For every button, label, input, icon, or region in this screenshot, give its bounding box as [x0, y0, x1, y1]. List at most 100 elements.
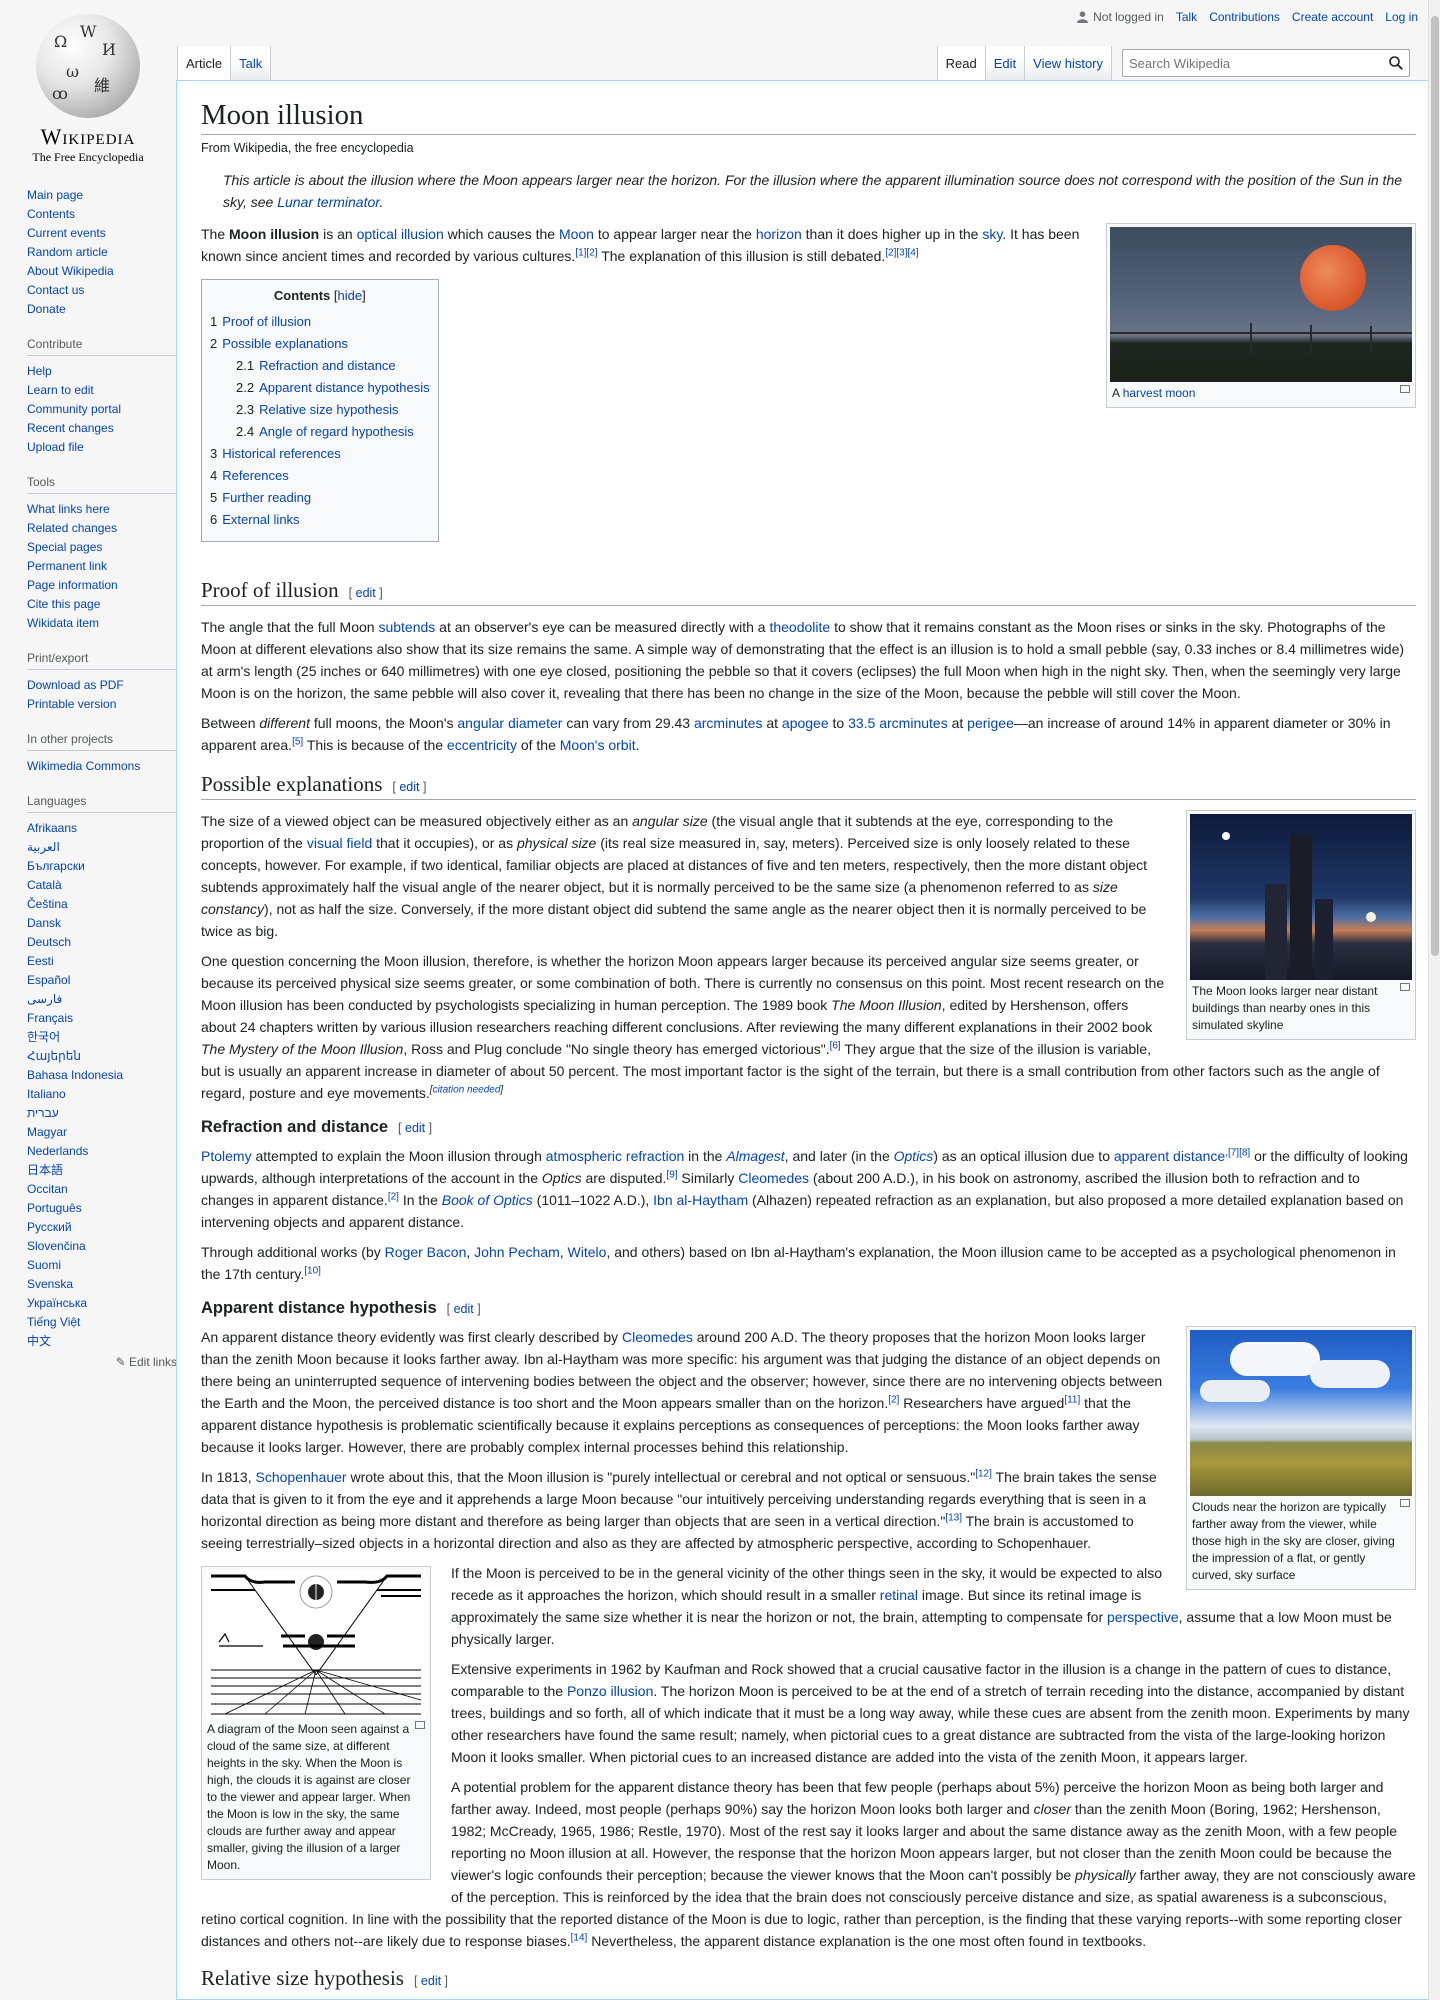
toc-link[interactable]: Possible explanations — [222, 336, 348, 351]
sidebar-language-item[interactable]: Dansk — [27, 914, 177, 933]
subtends-link[interactable]: subtends — [378, 619, 435, 635]
toc-item[interactable]: 4 References — [210, 465, 430, 487]
toc-link[interactable]: Relative size hypothesis — [259, 402, 398, 417]
sidebar-language-item[interactable]: Հայերեն — [27, 1047, 177, 1066]
sidebar-language-item[interactable]: Slovenčina — [27, 1237, 177, 1256]
toc-item[interactable]: 1 Proof of illusion — [210, 311, 430, 333]
enlarge-icon[interactable] — [415, 1721, 425, 1729]
sidebar-language-item[interactable]: Bahasa Indonesia — [27, 1066, 177, 1085]
sidebar-language-item[interactable]: Suomi — [27, 1256, 177, 1275]
sidebar-language-link[interactable]: Français — [27, 1011, 73, 1025]
clouds-image[interactable] — [1190, 1330, 1412, 1496]
toc-item[interactable]: 2.2 Apparent distance hypothesis — [236, 377, 430, 399]
sidebar-tools-link[interactable]: Special pages — [27, 540, 102, 554]
citation-needed-link[interactable]: citation needed — [433, 1084, 501, 1095]
sidebar-nav-link[interactable]: Donate — [27, 302, 66, 316]
ptolemy-link[interactable]: Ptolemy — [201, 1148, 252, 1164]
sidebar-contribute-link[interactable]: Help — [27, 364, 52, 378]
sidebar-language-link[interactable]: Slovenčina — [27, 1239, 86, 1253]
sidebar-language-item[interactable]: Nederlands — [27, 1142, 177, 1161]
retinal-link[interactable]: retinal — [880, 1587, 918, 1603]
sidebar-language-link[interactable]: Հայերեն — [27, 1049, 81, 1063]
toc-item[interactable]: 3 Historical references — [210, 443, 430, 465]
theodolite-link[interactable]: theodolite — [769, 619, 830, 635]
reference-link[interactable]: [6] — [830, 1040, 841, 1051]
reference-link[interactable]: [1][2] — [575, 247, 597, 258]
book-of-optics-link[interactable]: Book of Optics — [442, 1192, 533, 1208]
sidebar-nav-link[interactable]: About Wikipedia — [27, 264, 114, 278]
log-in-link[interactable]: Log in — [1385, 10, 1418, 24]
search-box[interactable]: Search Wikipedia — [1122, 49, 1410, 77]
sidebar-print-item[interactable]: Printable version — [27, 695, 177, 714]
lunar-terminator-link[interactable]: Lunar terminator — [277, 194, 379, 210]
tab-article[interactable]: Article — [177, 46, 232, 80]
sidebar-tools-link[interactable]: Page information — [27, 578, 118, 592]
eccentricity-link[interactable]: eccentricity — [447, 737, 517, 753]
reference-link[interactable]: [13] — [945, 1512, 962, 1523]
harvest-moon-image[interactable] — [1110, 227, 1412, 382]
sidebar-language-item[interactable]: Català — [27, 876, 177, 895]
reference-link[interactable]: [2] — [388, 1191, 399, 1202]
sidebar-language-link[interactable]: 中文 — [27, 1334, 51, 1348]
arcminutes-link[interactable]: arcminutes — [694, 715, 762, 731]
sidebar-nav-link[interactable]: Current events — [27, 226, 106, 240]
reference-link[interactable]: [2] — [888, 1394, 899, 1405]
moon-link[interactable]: Moon — [559, 226, 594, 242]
edit-section-link[interactable]: edit — [454, 1302, 474, 1316]
sidebar-language-item[interactable]: Occitan — [27, 1180, 177, 1199]
edit-section-link[interactable]: edit — [356, 586, 376, 600]
wikipedia-logo[interactable]: Ω W И ω 維 ꝏ Wikipedia The Free Encyclope… — [24, 14, 152, 165]
reference-link[interactable]: [5] — [292, 736, 303, 747]
sidebar-language-item[interactable]: Español — [27, 971, 177, 990]
sidebar-print-item[interactable]: Download as PDF — [27, 676, 177, 695]
sidebar-language-item[interactable]: Français — [27, 1009, 177, 1028]
apogee-link[interactable]: apogee — [782, 715, 829, 731]
toc-item[interactable]: 2 Possible explanations 2.1 Refraction and … — [210, 333, 430, 443]
angular-diameter-link[interactable]: angular diameter — [457, 715, 562, 731]
sidebar-tools-link[interactable]: Cite this page — [27, 597, 100, 611]
sidebar-language-link[interactable]: Magyar — [27, 1125, 67, 1139]
sidebar-language-item[interactable]: Magyar — [27, 1123, 177, 1142]
tab-edit[interactable]: Edit — [985, 46, 1026, 80]
sidebar-language-link[interactable]: Русский — [27, 1220, 72, 1234]
tab-talk[interactable]: Talk — [231, 46, 272, 80]
sidebar-contribute-item[interactable]: Recent changes — [27, 419, 177, 438]
enlarge-icon[interactable] — [1400, 1499, 1410, 1507]
sidebar-nav-item[interactable]: Main page — [27, 186, 177, 205]
toc-item[interactable]: 5 Further reading — [210, 487, 430, 509]
edit-section-link[interactable]: edit — [399, 780, 419, 794]
arcminutes-link-2[interactable]: 33.5 arcminutes — [848, 715, 948, 731]
sidebar-language-link[interactable]: Nederlands — [27, 1144, 88, 1158]
toc-link[interactable]: References — [222, 468, 288, 483]
sidebar-tools-link[interactable]: Permanent link — [27, 559, 107, 573]
toc-link[interactable]: Proof of illusion — [222, 314, 311, 329]
search-input[interactable]: Search Wikipedia — [1129, 56, 1389, 71]
tab-view-history[interactable]: View history — [1025, 46, 1112, 80]
sidebar-language-item[interactable]: Русский — [27, 1218, 177, 1237]
sidebar-language-item[interactable]: 日本語 — [27, 1161, 177, 1180]
sidebar-contribute-item[interactable]: Help — [27, 362, 177, 381]
sidebar-language-item[interactable]: Afrikaans — [27, 819, 177, 838]
sidebar-nav-item[interactable]: Donate — [27, 300, 177, 319]
optical-illusion-link[interactable]: optical illusion — [357, 226, 444, 242]
perigee-link[interactable]: perigee — [967, 715, 1014, 731]
reference-link[interactable]: [12] — [975, 1468, 992, 1479]
sidebar-tools-link[interactable]: Wikidata item — [27, 616, 99, 630]
sidebar-language-link[interactable]: Bahasa Indonesia — [27, 1068, 123, 1082]
sidebar-tools-item[interactable]: Special pages — [27, 538, 177, 557]
diagram-image[interactable] — [205, 1570, 427, 1718]
sidebar-print-link[interactable]: Printable version — [27, 697, 116, 711]
sidebar-language-link[interactable]: Български — [27, 859, 85, 873]
roger-bacon-link[interactable]: Roger Bacon — [385, 1244, 467, 1260]
sidebar-contribute-item[interactable]: Learn to edit — [27, 381, 177, 400]
apparent-distance-link[interactable]: apparent distance — [1114, 1148, 1225, 1164]
sidebar-language-link[interactable]: Italiano — [27, 1087, 66, 1101]
sidebar-language-item[interactable]: עברית — [27, 1104, 177, 1123]
sidebar-nav-item[interactable]: Contact us — [27, 281, 177, 300]
sidebar-language-item[interactable]: Svenska — [27, 1275, 177, 1294]
reference-link[interactable]: [10] — [304, 1265, 321, 1276]
harvest-moon-link[interactable]: harvest moon — [1123, 386, 1196, 400]
sidebar-nav-item[interactable]: Random article — [27, 243, 177, 262]
toc-item[interactable]: 2.1 Refraction and distance — [236, 355, 430, 377]
enlarge-icon[interactable] — [1400, 385, 1410, 393]
